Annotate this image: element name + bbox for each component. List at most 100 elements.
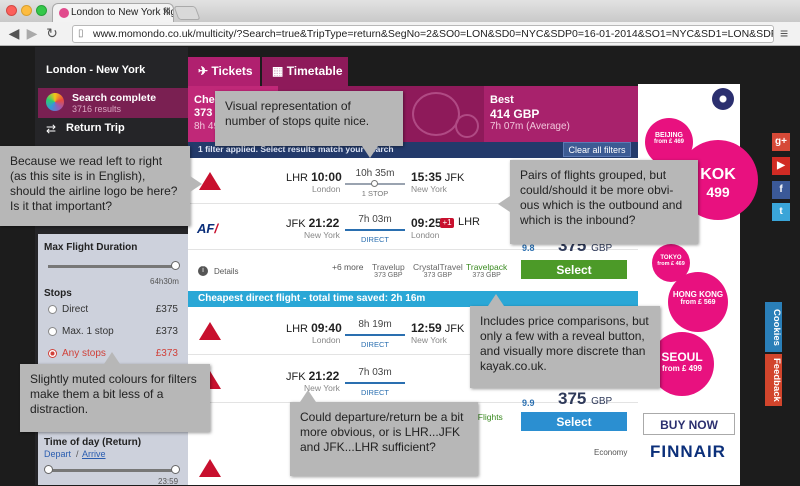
tab-close-icon[interactable]: ✕ bbox=[162, 5, 171, 18]
provider-travelpack[interactable]: Travelpack 373 GBP bbox=[466, 262, 507, 279]
momondo-favicon-icon bbox=[59, 8, 69, 18]
next-day-badge: +1 bbox=[440, 218, 454, 228]
sort-best-label: Best bbox=[490, 94, 514, 106]
stops-count: 1 STOP bbox=[361, 189, 389, 198]
forward-icon[interactable]: ▶ bbox=[24, 25, 40, 42]
twitter-icon[interactable]: t bbox=[772, 203, 790, 221]
timetable-icon: ▦ bbox=[272, 64, 284, 78]
stops-option-label: Max. 1 stop bbox=[62, 326, 114, 337]
browser-tab[interactable]: London to New York flight ✕ bbox=[52, 3, 174, 22]
ad-buy-now-button[interactable]: BUY NOW bbox=[643, 413, 735, 435]
flight-duration: 8h 19m bbox=[358, 319, 392, 330]
tab-tickets[interactable]: ✈ Tickets bbox=[188, 57, 260, 86]
direct-line bbox=[345, 229, 405, 231]
url-text: www.momondo.co.uk/multicity/?Search=true… bbox=[93, 28, 774, 40]
airfrance-logo-icon: AF/ bbox=[197, 221, 218, 236]
arrival-airport: LHR bbox=[458, 216, 481, 228]
swap-icon: ⇄ bbox=[46, 122, 57, 136]
duration-slider-handle[interactable] bbox=[171, 261, 180, 270]
radio-icon bbox=[48, 327, 57, 336]
return-trip-toggle[interactable]: Return Trip bbox=[66, 122, 125, 134]
back-icon[interactable]: ◀ bbox=[6, 25, 22, 42]
outbound-arrival: 12:59 JFK bbox=[411, 321, 465, 335]
direct-line bbox=[345, 382, 405, 384]
radio-selected-icon bbox=[48, 349, 57, 358]
cheapest-direct-banner: Cheapest direct flight - total time save… bbox=[188, 291, 638, 307]
annotation-pointer bbox=[300, 390, 316, 402]
more-providers-button[interactable]: +6 more bbox=[332, 262, 363, 272]
tab-label: Tickets bbox=[211, 64, 253, 78]
flight-duration: 10h 35m bbox=[355, 168, 395, 179]
direct-line bbox=[345, 334, 405, 336]
close-window-button[interactable] bbox=[6, 5, 17, 16]
provider-fragment[interactable]: ilFlights bbox=[474, 412, 503, 422]
outbound-departure: LHR 09:40 bbox=[286, 321, 342, 335]
delta-logo-icon bbox=[199, 322, 221, 342]
result-count: 3716 results bbox=[72, 104, 122, 114]
depart-link[interactable]: Depart bbox=[44, 449, 71, 459]
feedback-tab[interactable]: Feedback bbox=[765, 354, 782, 406]
stops-count: DIRECT bbox=[361, 388, 389, 397]
time-slider-start-handle[interactable] bbox=[44, 465, 53, 474]
flight-duration: 7h 03m bbox=[358, 367, 392, 378]
zoom-window-button[interactable] bbox=[36, 5, 47, 16]
max-duration-value: 64h30m bbox=[150, 277, 179, 286]
inbound-departure: JFK 21:22 bbox=[286, 369, 340, 383]
menu-icon[interactable]: ≡ bbox=[780, 25, 788, 41]
stops-option-price: £375 bbox=[155, 304, 178, 315]
select-button[interactable]: Select bbox=[521, 412, 627, 431]
stops-option-direct[interactable]: Direct £375 bbox=[44, 302, 182, 319]
flight-duration: 7h 03m bbox=[358, 214, 392, 225]
cookies-tab[interactable]: Cookies bbox=[765, 302, 782, 352]
stops-option-label: Any stops bbox=[62, 348, 106, 359]
outbound-arrival: 15:35 JFK bbox=[411, 170, 465, 184]
tab-label: Timetable bbox=[286, 64, 343, 78]
duration-slider-track[interactable] bbox=[48, 265, 176, 268]
oneworld-logo-icon bbox=[712, 88, 734, 110]
annotation-pointer bbox=[498, 196, 510, 212]
arrival-city: New York bbox=[411, 335, 447, 345]
annotation-price-comparison: Includes price comparisons, but only a f… bbox=[470, 306, 660, 388]
clear-filters-button[interactable]: Clear all filters bbox=[563, 142, 631, 157]
annotation-pointer bbox=[104, 352, 120, 364]
facebook-icon[interactable]: f bbox=[772, 181, 790, 199]
new-tab-button[interactable] bbox=[173, 6, 201, 20]
details-link[interactable]: Details bbox=[214, 267, 238, 276]
annotation-airline-logo: Because we read left to right (as this s… bbox=[0, 146, 190, 226]
provider-crystaltravel[interactable]: CrystalTravel 373 GBP bbox=[413, 262, 463, 279]
annotation-pointer bbox=[362, 146, 378, 158]
provider-travelup[interactable]: Travelup 373 GBP bbox=[372, 262, 405, 279]
stops-option-max1[interactable]: Max. 1 stop £373 bbox=[44, 324, 182, 341]
address-bar[interactable]: ▯ www.momondo.co.uk/multicity/?Search=tr… bbox=[72, 25, 774, 43]
search-progress-icon bbox=[46, 93, 64, 111]
time-slider-track[interactable] bbox=[48, 469, 176, 472]
youtube-icon[interactable]: ▶ bbox=[772, 157, 790, 175]
arrive-link[interactable]: Arrive bbox=[82, 449, 106, 459]
stop-dot-icon bbox=[371, 180, 378, 187]
time-slider-end-handle[interactable] bbox=[171, 465, 180, 474]
tab-timetable[interactable]: ▦ Timetable bbox=[262, 57, 348, 86]
arrival-city: New York bbox=[411, 184, 447, 194]
result-2-price: 375 GBP bbox=[558, 389, 613, 408]
reload-icon[interactable]: ↻ bbox=[44, 25, 60, 42]
inbound-arrival: 09:25 bbox=[411, 216, 442, 230]
departure-city: London bbox=[312, 335, 341, 345]
rating-score: 9.8 bbox=[522, 243, 535, 253]
departure-city: London bbox=[312, 184, 341, 194]
annotation-pairs: Pairs of flights grouped, but could/shou… bbox=[510, 160, 698, 244]
stops-count: DIRECT bbox=[361, 235, 389, 244]
max-duration-label: Max Flight Duration bbox=[44, 242, 138, 253]
annotation-pointer bbox=[488, 294, 504, 306]
finnair-logo: FINNAIR bbox=[650, 442, 726, 461]
google-plus-icon[interactable]: g+ bbox=[772, 133, 790, 151]
time-of-day-label: Time of day (Return) bbox=[44, 437, 142, 448]
sort-best-price: 414 GBP bbox=[490, 107, 540, 121]
minimize-window-button[interactable] bbox=[21, 5, 32, 16]
outbound-departure: LHR 10:00 bbox=[286, 170, 342, 184]
stopwatch-icon bbox=[412, 92, 460, 136]
delta-logo-icon bbox=[199, 459, 221, 479]
select-button[interactable]: Select bbox=[521, 260, 627, 279]
tab-title: London to New York flight bbox=[71, 7, 174, 18]
stops-count: DIRECT bbox=[361, 340, 389, 349]
route-title: London - New York bbox=[46, 64, 146, 76]
